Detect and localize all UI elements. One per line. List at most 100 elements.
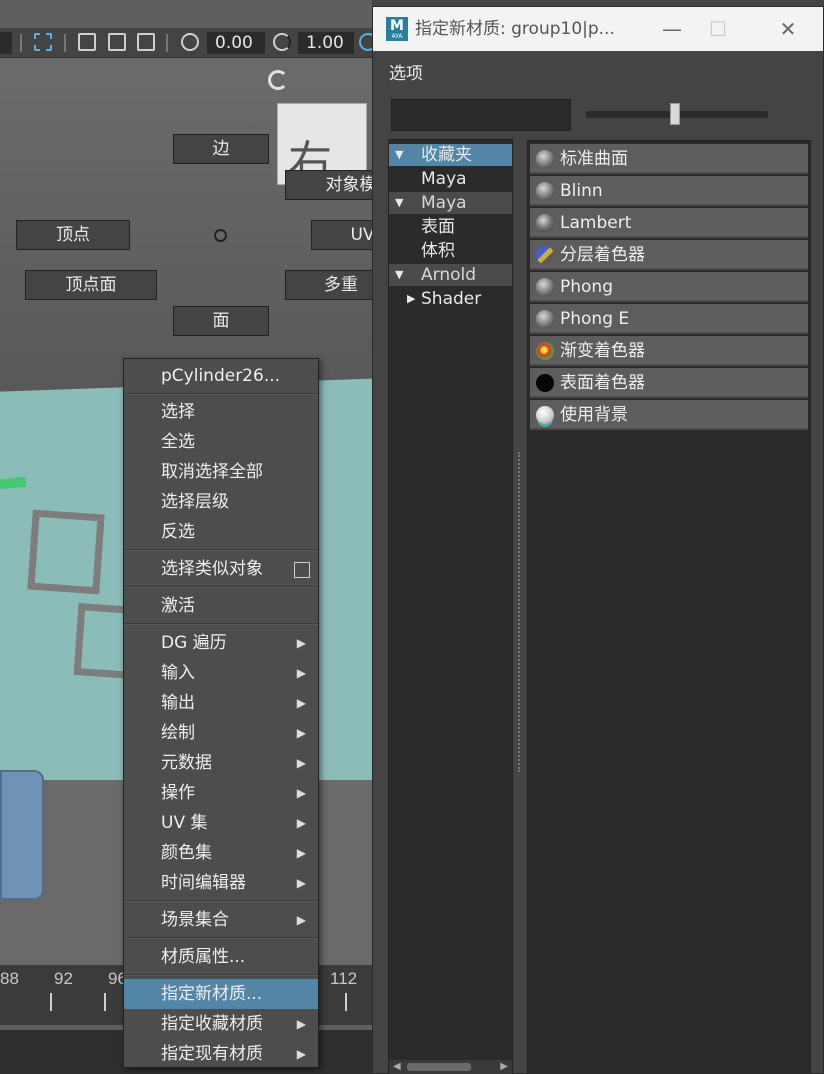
dialog-titlebar[interactable]: M AYA 指定新材质: group10|p... — ☐ ✕ bbox=[373, 7, 823, 51]
menu-item-paint[interactable]: 绘制 ▶ bbox=[124, 718, 318, 748]
exposure-icon[interactable] bbox=[181, 33, 199, 51]
expand-triangle-icon[interactable]: ▼ bbox=[395, 192, 403, 214]
menu-item-outputs[interactable]: 输出 ▶ bbox=[124, 688, 318, 718]
menu-item-select-hierarchy[interactable]: 选择层级 bbox=[124, 487, 318, 517]
layered-sphere-icon bbox=[536, 246, 554, 264]
shader-lambert[interactable]: Lambert bbox=[530, 208, 808, 238]
category-label: 表面 bbox=[421, 217, 455, 237]
shader-phong[interactable]: Phong bbox=[530, 272, 808, 302]
marking-menu-edge[interactable]: 边 bbox=[173, 134, 269, 164]
context-menu: pCylinder26... 选择 全选 取消选择全部 选择层级 反选 选择类似… bbox=[123, 358, 319, 1068]
shader-blinn[interactable]: Blinn bbox=[530, 176, 808, 206]
shader-standard-surface[interactable]: 标准曲面 bbox=[530, 144, 808, 174]
menu-item-label: 指定收藏材质 bbox=[161, 1014, 263, 1034]
gamma-field[interactable]: 1.00 bbox=[298, 32, 354, 54]
submenu-arrow-icon: ▶ bbox=[296, 636, 306, 650]
menu-item-label: 选择类似对象 bbox=[161, 559, 263, 579]
background-sphere-icon bbox=[536, 406, 554, 424]
marking-menu-face[interactable]: 面 bbox=[173, 306, 269, 336]
shader-layered[interactable]: 分层着色器 bbox=[530, 240, 808, 270]
category-favorites[interactable]: ▼ 收藏夹 bbox=[389, 144, 512, 166]
category-maya-favorite[interactable]: Maya bbox=[389, 168, 512, 190]
menu-item-invert-selection[interactable]: 反选 bbox=[124, 517, 318, 547]
menu-item-assign-new-material[interactable]: 指定新材质... bbox=[124, 979, 318, 1009]
viewcube-rotate-icon[interactable] bbox=[268, 70, 288, 90]
icon-size-slider-handle[interactable] bbox=[670, 103, 681, 125]
category-label: Maya bbox=[421, 193, 467, 213]
scroll-left-icon[interactable]: ◀ bbox=[393, 1060, 401, 1074]
submenu-arrow-icon: ▶ bbox=[296, 1017, 306, 1031]
expand-triangle-icon[interactable]: ▼ bbox=[395, 264, 403, 286]
menu-options[interactable]: 选项 bbox=[389, 59, 423, 84]
gamma-icon[interactable] bbox=[273, 33, 291, 51]
shader-label: 渐变着色器 bbox=[560, 341, 645, 361]
shader-phong-e[interactable]: Phong E bbox=[530, 304, 808, 334]
exposure-field[interactable]: 0.00 bbox=[207, 32, 265, 54]
menu-divider bbox=[124, 937, 318, 939]
menu-item-select-all[interactable]: 全选 bbox=[124, 427, 318, 457]
shader-label: Blinn bbox=[560, 181, 603, 201]
grey-sphere-icon bbox=[536, 310, 554, 328]
toolbar-separator bbox=[166, 34, 168, 52]
shader-ramp[interactable]: 渐变着色器 bbox=[530, 336, 808, 366]
menu-item-time-editor[interactable]: 时间编辑器 ▶ bbox=[124, 868, 318, 898]
time-tick-label: 88 bbox=[0, 969, 19, 988]
menu-item-material-attributes[interactable]: 材质属性... bbox=[124, 942, 318, 972]
menu-item-label: DG 遍历 bbox=[161, 633, 227, 653]
menu-item-scene-assembly[interactable]: 场景集合 ▶ bbox=[124, 905, 318, 935]
viewport-toolbar: 0.00 1.00 bbox=[0, 28, 372, 58]
menu-item-label: UV 集 bbox=[161, 813, 208, 833]
menu-divider bbox=[124, 393, 318, 395]
panel-splitter[interactable] bbox=[518, 452, 521, 772]
marking-menu-center bbox=[214, 229, 227, 242]
submenu-arrow-icon: ▶ bbox=[296, 876, 306, 890]
grey-sphere-icon bbox=[536, 214, 554, 232]
menu-item-inputs[interactable]: 输入 ▶ bbox=[124, 658, 318, 688]
shader-surface[interactable]: 表面着色器 bbox=[530, 368, 808, 398]
dialog-title: 指定新材质: group10|p... bbox=[415, 19, 615, 39]
expand-triangle-icon[interactable]: ▼ bbox=[395, 144, 403, 166]
category-surface[interactable]: 表面 bbox=[389, 216, 512, 238]
menu-divider bbox=[124, 623, 318, 625]
menu-item-select[interactable]: 选择 bbox=[124, 397, 318, 427]
select-region-icon[interactable] bbox=[34, 33, 52, 51]
color-management-icon[interactable] bbox=[359, 33, 372, 51]
menu-item-label: 指定现有材质 bbox=[161, 1044, 263, 1064]
menu-item-deselect-all[interactable]: 取消选择全部 bbox=[124, 457, 318, 487]
menu-item-assign-existing-material[interactable]: 指定现有材质 ▶ bbox=[124, 1039, 318, 1069]
category-arnold[interactable]: ▼ Arnold bbox=[389, 264, 512, 286]
menu-item-make-live[interactable]: 激活 bbox=[124, 591, 318, 621]
isolate-select-icon[interactable] bbox=[78, 33, 96, 51]
scroll-right-icon[interactable]: ▶ bbox=[500, 1060, 508, 1074]
maximize-icon: ☐ bbox=[709, 17, 727, 41]
shader-filter-input[interactable] bbox=[391, 99, 571, 131]
menu-item-metadata[interactable]: 元数据 ▶ bbox=[124, 748, 318, 778]
category-label: Arnold bbox=[421, 265, 477, 285]
menu-item-assign-favorite-material[interactable]: 指定收藏材质 ▶ bbox=[124, 1009, 318, 1039]
marking-menu-vertex[interactable]: 顶点 bbox=[16, 220, 130, 250]
scrollbar-thumb[interactable] bbox=[407, 1063, 471, 1071]
collapse-triangle-icon[interactable]: ▶ bbox=[407, 288, 415, 310]
shader-label: Phong bbox=[560, 277, 613, 297]
shader-list: 标准曲面 Blinn Lambert 分层着色器 Phong Phong E 渐… bbox=[527, 140, 811, 1074]
shader-use-background[interactable]: 使用背景 bbox=[530, 400, 808, 430]
category-maya[interactable]: ▼ Maya bbox=[389, 192, 512, 214]
marking-menu-vertex-face[interactable]: 顶点面 bbox=[25, 270, 157, 300]
shader-label: 表面着色器 bbox=[560, 373, 645, 393]
time-tick bbox=[104, 993, 106, 1011]
menu-item-actions[interactable]: 操作 ▶ bbox=[124, 778, 318, 808]
xray-icon[interactable] bbox=[108, 33, 126, 51]
option-box-icon[interactable] bbox=[294, 562, 310, 578]
menu-item-color-sets[interactable]: 颜色集 ▶ bbox=[124, 838, 318, 868]
minimize-icon[interactable]: — bbox=[649, 7, 695, 51]
category-volume[interactable]: 体积 bbox=[389, 240, 512, 262]
menu-item-select-similar[interactable]: 选择类似对象 bbox=[124, 554, 318, 584]
time-tick bbox=[50, 993, 52, 1011]
wireframe-icon[interactable] bbox=[137, 33, 155, 51]
close-icon[interactable]: ✕ bbox=[765, 7, 811, 51]
category-horizontal-scrollbar[interactable]: ◀ ▶ bbox=[389, 1060, 512, 1074]
menu-item-label: 选择层级 bbox=[161, 492, 229, 512]
menu-item-uv-sets[interactable]: UV 集 ▶ bbox=[124, 808, 318, 838]
category-shader[interactable]: ▶ Shader bbox=[389, 288, 512, 310]
menu-item-dg-traversal[interactable]: DG 遍历 ▶ bbox=[124, 628, 318, 658]
